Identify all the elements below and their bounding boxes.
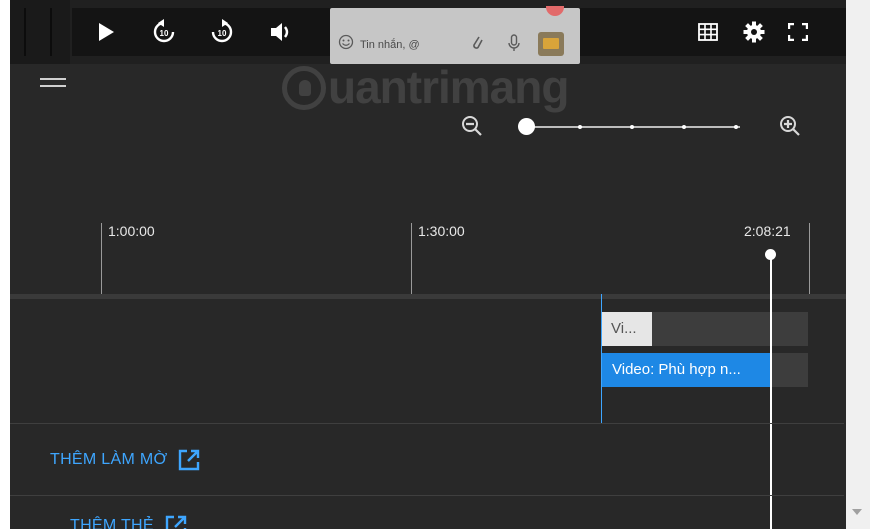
time-tick	[101, 223, 102, 295]
zoom-in-icon[interactable]	[778, 114, 802, 145]
video-editor-panel: 10 10 Tin nhắn, @ uantrimang 1:00:00 1:3…	[10, 0, 856, 529]
zoom-step	[630, 125, 634, 129]
add-blur-label: THÊM LÀM MỜ	[50, 451, 168, 468]
add-card-label: THÊM THẺ	[70, 517, 154, 529]
add-card-link[interactable]: THÊM THẺ	[70, 514, 188, 529]
forward-10-icon[interactable]: 10	[204, 14, 240, 50]
clip-b-label[interactable]: Video: Phù hợp n...	[602, 353, 770, 387]
watermark-text: uantrimang	[328, 61, 569, 113]
timeline-ruler-base	[10, 294, 856, 299]
time-label-end: 2:08:21	[744, 223, 791, 239]
zoom-step	[578, 125, 582, 129]
page-scrollbar[interactable]	[846, 0, 870, 529]
rewind-seconds: 10	[160, 29, 169, 38]
left-strip	[10, 0, 70, 64]
zoom-slider-thumb[interactable]	[518, 118, 535, 135]
quantrimang-watermark-logo: uantrimang	[282, 54, 612, 124]
hamburger-menu-icon[interactable]	[40, 78, 66, 90]
image-icon[interactable]	[538, 32, 564, 56]
settings-gear-icon[interactable]	[736, 14, 772, 50]
playhead-line[interactable]	[770, 256, 772, 529]
playhead-handle[interactable]	[765, 249, 776, 260]
clip-a-label[interactable]: Vi...	[602, 312, 652, 346]
scroll-down-arrow-icon[interactable]	[852, 509, 862, 515]
zoom-out-icon[interactable]	[460, 114, 484, 145]
zoom-step	[682, 125, 686, 129]
fullscreen-icon[interactable]	[780, 14, 816, 50]
forward-seconds: 10	[218, 29, 227, 38]
notification-badge	[546, 6, 564, 16]
rewind-10-icon[interactable]: 10	[146, 14, 182, 50]
emoji-icon[interactable]	[338, 34, 354, 55]
volume-icon[interactable]	[264, 14, 300, 50]
selection-marker[interactable]	[601, 294, 602, 423]
chat-message-placeholder[interactable]: Tin nhắn, @	[360, 39, 420, 51]
play-icon[interactable]	[88, 14, 124, 50]
add-blur-link[interactable]: THÊM LÀM MỜ	[50, 448, 201, 472]
external-link-icon	[179, 449, 200, 471]
zoom-slider[interactable]	[526, 125, 740, 129]
time-label-1: 1:00:00	[108, 223, 155, 239]
grid-icon[interactable]	[690, 14, 726, 50]
divider	[10, 495, 844, 496]
time-tick	[809, 223, 810, 295]
zoom-step	[734, 125, 738, 129]
divider	[10, 423, 844, 424]
time-label-2: 1:30:00	[418, 223, 465, 239]
time-tick	[411, 223, 412, 295]
external-link-icon	[165, 515, 187, 529]
